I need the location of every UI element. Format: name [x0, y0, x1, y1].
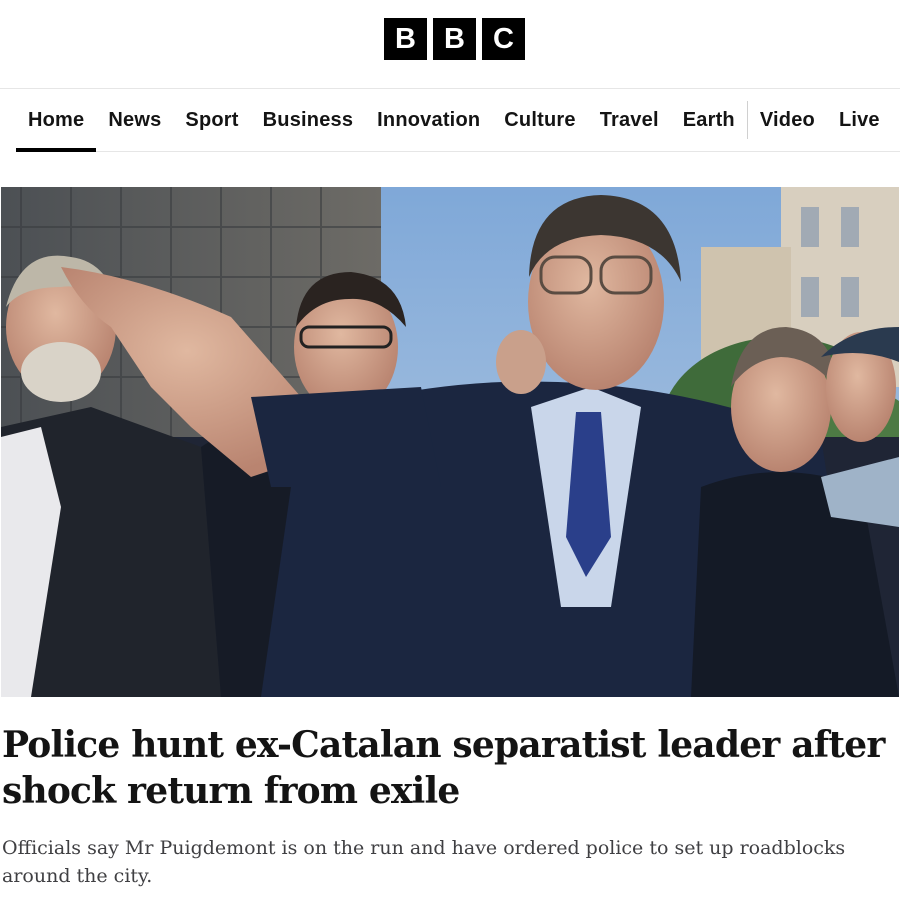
- story-summary: Officials say Mr Puigdemont is on the ru…: [2, 837, 846, 887]
- main-navigation: Home News Sport Business Innovation Cult…: [16, 89, 900, 152]
- hero-photo: [1, 187, 899, 697]
- masthead: B B C: [0, 0, 900, 89]
- nav-item-culture[interactable]: Culture: [492, 89, 587, 151]
- bbc-logo[interactable]: B B C: [384, 18, 525, 60]
- nav-item-video[interactable]: Video: [748, 89, 827, 151]
- nav-item-news[interactable]: News: [96, 89, 173, 151]
- bbc-logo-block: B: [384, 18, 427, 60]
- nav-item-sport[interactable]: Sport: [173, 89, 250, 151]
- nav-item-home[interactable]: Home: [16, 89, 97, 152]
- bbc-logo-block: C: [482, 18, 525, 60]
- story-headline[interactable]: Police hunt ex-Catalan separatist leader…: [2, 722, 898, 814]
- nav-item-business[interactable]: Business: [251, 89, 366, 151]
- hero-image[interactable]: [1, 187, 899, 697]
- nav-item-earth[interactable]: Earth: [671, 89, 747, 151]
- bbc-logo-block: B: [433, 18, 476, 60]
- nav-item-travel[interactable]: Travel: [588, 89, 671, 151]
- nav-item-live[interactable]: Live: [827, 89, 892, 151]
- nav-item-innovation[interactable]: Innovation: [365, 89, 492, 151]
